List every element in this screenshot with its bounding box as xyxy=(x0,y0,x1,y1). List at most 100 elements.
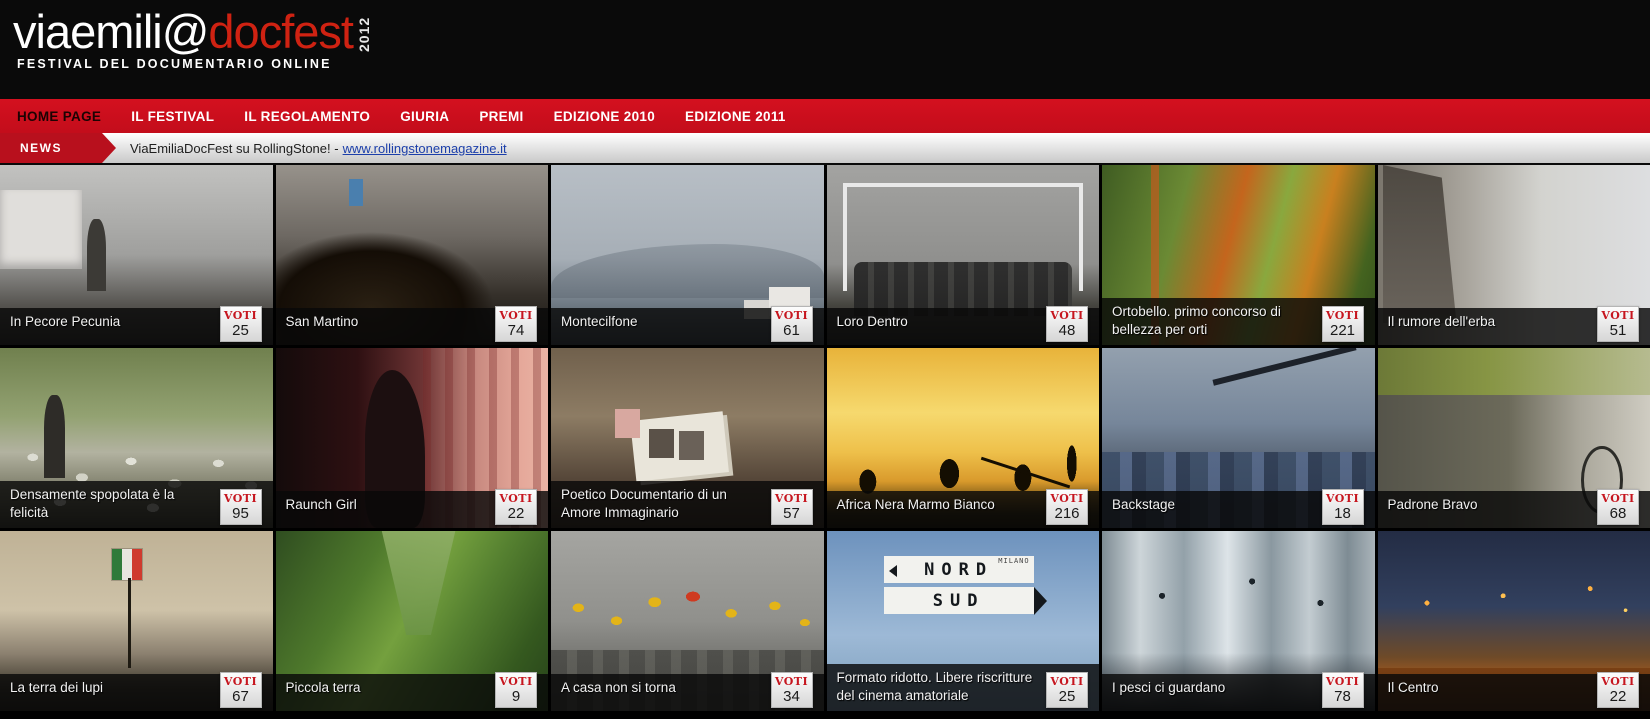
votes-badge: VOTI 216 xyxy=(1046,489,1088,525)
road-sign: NORD MILANO SUD xyxy=(884,556,1034,614)
video-tile[interactable]: Backstage VOTI 18 xyxy=(1102,348,1375,528)
road-sign-sud: SUD xyxy=(884,587,1034,614)
votes-badge-label: VOTI xyxy=(1323,492,1363,505)
votes-badge: VOTI 34 xyxy=(771,672,813,708)
video-tile[interactable]: Ortobello. primo concorso di bellezza pe… xyxy=(1102,165,1375,345)
votes-count: 221 xyxy=(1323,322,1363,339)
video-title: San Martino xyxy=(286,314,359,329)
nav-item-premi[interactable]: PREMI xyxy=(464,109,538,124)
site-tagline: FESTIVAL DEL DOCUMENTARIO ONLINE xyxy=(17,57,1650,71)
nav-item-giuria[interactable]: GIURIA xyxy=(385,109,464,124)
votes-badge-label: VOTI xyxy=(496,675,536,688)
votes-count: 68 xyxy=(1598,505,1638,522)
video-tile[interactable]: Loro Dentro VOTI 48 xyxy=(827,165,1100,345)
logo-year: 2012 xyxy=(356,12,372,52)
video-tile[interactable]: Il rumore dell'erba VOTI 51 xyxy=(1378,165,1650,345)
video-tile[interactable]: Densamente spopolata è la felicità VOTI … xyxy=(0,348,273,528)
video-title: La terra dei lupi xyxy=(10,680,103,695)
nav-item-edizione-2010[interactable]: EDIZIONE 2010 xyxy=(539,109,670,124)
votes-badge-label: VOTI xyxy=(772,675,812,688)
logo-part-docfest: docfest xyxy=(208,5,353,58)
video-tile[interactable]: Il Centro VOTI 22 xyxy=(1378,531,1650,711)
votes-badge-label: VOTI xyxy=(772,492,812,505)
video-tile[interactable]: NORD MILANO SUD Formato ridotto. Libere … xyxy=(827,531,1100,711)
votes-badge: VOTI 95 xyxy=(220,489,262,525)
votes-badge-label: VOTI xyxy=(496,309,536,322)
votes-badge-label: VOTI xyxy=(496,492,536,505)
votes-badge-label: VOTI xyxy=(1323,309,1363,322)
news-ribbon: NEWS xyxy=(0,133,102,163)
video-title: Formato ridotto. Libere riscritture del … xyxy=(837,670,1033,703)
votes-badge: VOTI 51 xyxy=(1597,306,1639,342)
votes-badge-label: VOTI xyxy=(1047,492,1087,505)
video-tile[interactable]: A casa non si torna VOTI 34 xyxy=(551,531,824,711)
votes-badge: VOTI 78 xyxy=(1322,672,1364,708)
votes-badge: VOTI 25 xyxy=(220,306,262,342)
votes-count: 48 xyxy=(1047,322,1087,339)
votes-count: 34 xyxy=(772,688,812,705)
votes-badge: VOTI 22 xyxy=(495,489,537,525)
votes-count: 67 xyxy=(221,688,261,705)
video-tile[interactable]: La terra dei lupi VOTI 67 xyxy=(0,531,273,711)
video-title: Il rumore dell'erba xyxy=(1388,314,1496,329)
nav-item-il-regolamento[interactable]: IL REGOLAMENTO xyxy=(229,109,385,124)
votes-count: 57 xyxy=(772,505,812,522)
nav-item-il-festival[interactable]: IL FESTIVAL xyxy=(116,109,229,124)
votes-badge-label: VOTI xyxy=(1047,675,1087,688)
video-tile[interactable]: Raunch Girl VOTI 22 xyxy=(276,348,549,528)
video-title: In Pecore Pecunia xyxy=(10,314,120,329)
main-nav: HOME PAGE IL FESTIVAL IL REGOLAMENTO GIU… xyxy=(0,99,1650,133)
video-title: Montecilfone xyxy=(561,314,638,329)
votes-badge-label: VOTI xyxy=(1047,309,1087,322)
nav-item-home-page[interactable]: HOME PAGE xyxy=(2,109,116,124)
votes-badge-label: VOTI xyxy=(1598,309,1638,322)
video-title: Africa Nera Marmo Bianco xyxy=(837,497,995,512)
video-title: Densamente spopolata è la felicità xyxy=(10,487,174,520)
votes-badge: VOTI 9 xyxy=(495,672,537,708)
votes-badge: VOTI 221 xyxy=(1322,306,1364,342)
site-logo[interactable]: viaemili@docfest 2012 xyxy=(13,0,1650,55)
video-title: Padrone Bravo xyxy=(1388,497,1478,512)
votes-badge-label: VOTI xyxy=(221,675,261,688)
logo-part-viaemilia: viaemili@ xyxy=(13,5,208,58)
votes-badge: VOTI 57 xyxy=(771,489,813,525)
video-title: Poetico Documentario di un Amore Immagin… xyxy=(561,487,727,520)
page: viaemili@docfest 2012 FESTIVAL DEL DOCUM… xyxy=(0,0,1650,719)
votes-badge: VOTI 18 xyxy=(1322,489,1364,525)
video-title: Loro Dentro xyxy=(837,314,908,329)
votes-count: 78 xyxy=(1323,688,1363,705)
votes-badge: VOTI 25 xyxy=(1046,672,1088,708)
video-title: I pesci ci guardano xyxy=(1112,680,1225,695)
video-tile[interactable]: Piccola terra VOTI 9 xyxy=(276,531,549,711)
video-tile[interactable]: Padrone Bravo VOTI 68 xyxy=(1378,348,1650,528)
video-title: Ortobello. primo concorso di bellezza pe… xyxy=(1112,304,1281,337)
video-tile[interactable]: In Pecore Pecunia VOTI 25 xyxy=(0,165,273,345)
votes-badge: VOTI 68 xyxy=(1597,489,1639,525)
road-sign-milano: MILANO xyxy=(998,557,1029,565)
votes-count: 216 xyxy=(1047,505,1087,522)
video-tile[interactable]: Africa Nera Marmo Bianco VOTI 216 xyxy=(827,348,1100,528)
video-title: Piccola terra xyxy=(286,680,361,695)
video-tile[interactable]: Poetico Documentario di un Amore Immagin… xyxy=(551,348,824,528)
votes-badge-label: VOTI xyxy=(221,309,261,322)
nav-item-edizione-2011[interactable]: EDIZIONE 2011 xyxy=(670,109,801,124)
news-link[interactable]: www.rollingstonemagazine.it xyxy=(343,141,507,156)
site-header: viaemili@docfest 2012 FESTIVAL DEL DOCUM… xyxy=(0,0,1650,99)
votes-count: 22 xyxy=(1598,688,1638,705)
votes-badge-label: VOTI xyxy=(1598,675,1638,688)
video-title: Backstage xyxy=(1112,497,1175,512)
votes-count: 22 xyxy=(496,505,536,522)
votes-count: 61 xyxy=(772,322,812,339)
video-tile[interactable]: San Martino VOTI 74 xyxy=(276,165,549,345)
votes-badge-label: VOTI xyxy=(772,309,812,322)
news-text: ViaEmiliaDocFest su RollingStone! - xyxy=(130,141,339,156)
video-title: A casa non si torna xyxy=(561,680,676,695)
video-tile[interactable]: Montecilfone VOTI 61 xyxy=(551,165,824,345)
votes-count: 74 xyxy=(496,322,536,339)
video-tile[interactable]: I pesci ci guardano VOTI 78 xyxy=(1102,531,1375,711)
votes-badge-label: VOTI xyxy=(221,492,261,505)
votes-badge: VOTI 67 xyxy=(220,672,262,708)
votes-count: 95 xyxy=(221,505,261,522)
votes-badge-label: VOTI xyxy=(1323,675,1363,688)
votes-badge: VOTI 48 xyxy=(1046,306,1088,342)
